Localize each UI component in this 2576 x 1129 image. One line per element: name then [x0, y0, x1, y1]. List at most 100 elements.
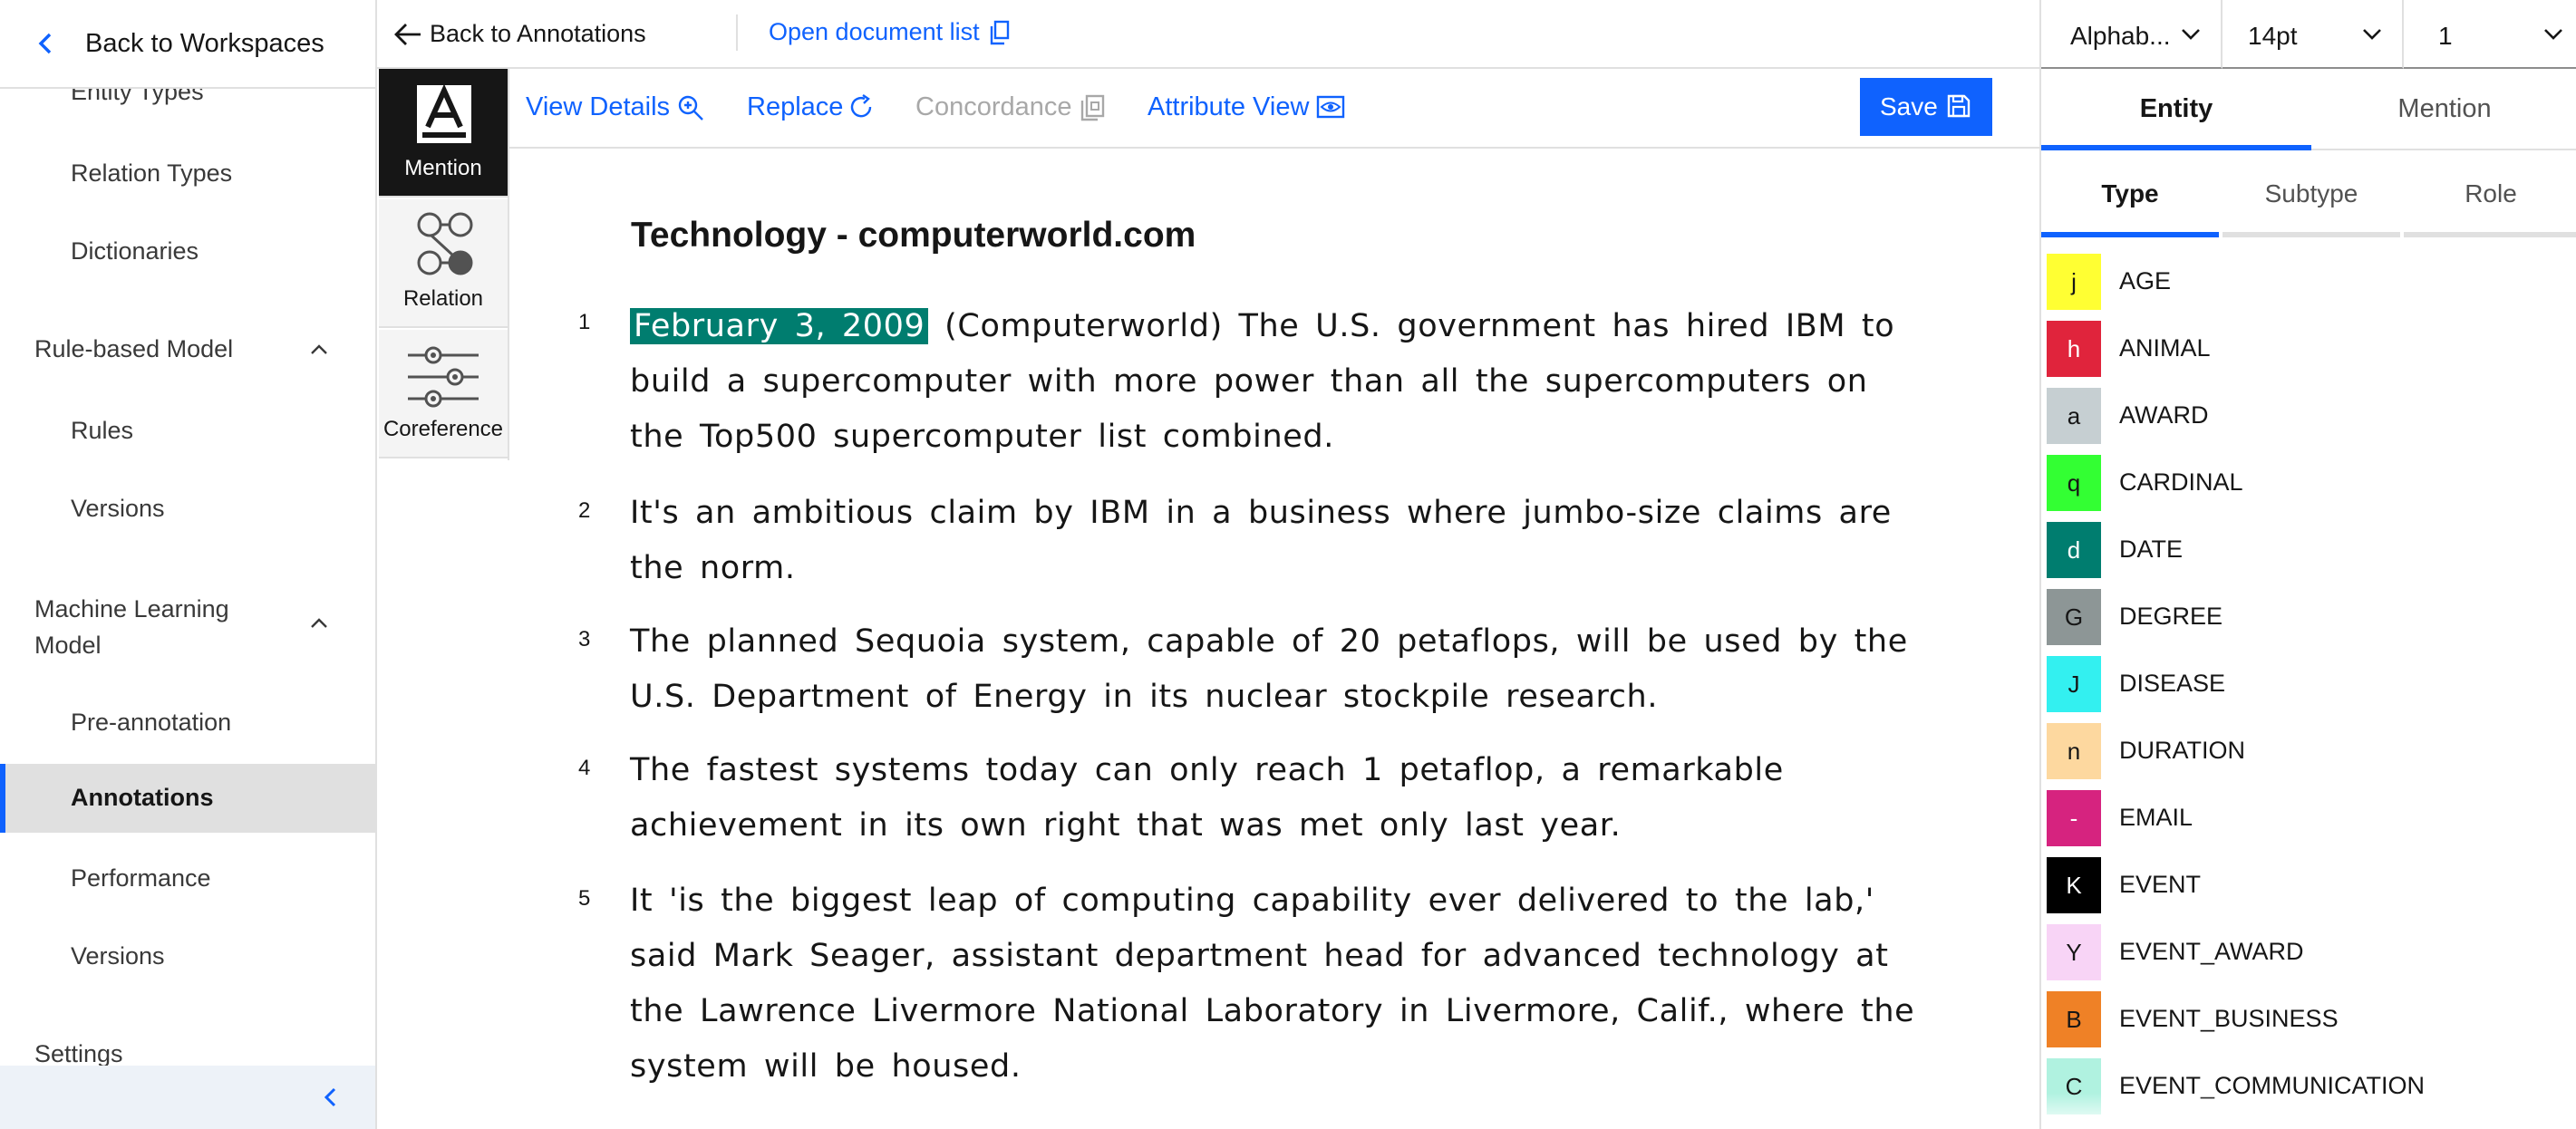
replace-icon: [851, 94, 872, 118]
nav-item-annotations[interactable]: Annotations: [0, 764, 375, 833]
sentence-5[interactable]: It 'is the biggest leap of computing cap…: [630, 873, 1935, 1095]
entity-shortcut-swatch: d: [2047, 522, 2101, 578]
chevron-left-icon: [324, 1087, 336, 1107]
nav-item-label: Rules: [71, 417, 134, 444]
annotated-mention-date[interactable]: February 3, 2009: [630, 308, 929, 344]
eye-view-icon: [1317, 95, 1345, 119]
nav-item-rb-versions[interactable]: Versions: [0, 495, 375, 523]
entity-panel: Alphab... 14pt 1 Entity Mention Type Sub…: [2039, 0, 2576, 1129]
nav-group-label: Rule-based Model: [34, 335, 234, 362]
line-spacing-dropdown[interactable]: 1: [2404, 0, 2576, 69]
line-number: 1: [578, 310, 591, 334]
subtab-role[interactable]: Role: [2404, 159, 2576, 237]
entity-type-item[interactable]: B EVENT_BUSINESS: [2047, 988, 2572, 1049]
back-to-workspaces-label: Back to Workspaces: [85, 29, 324, 58]
scroll-fade: [2043, 1093, 2576, 1129]
open-document-list-link[interactable]: Open document list: [769, 18, 1009, 46]
entity-type-item[interactable]: J DISEASE: [2047, 652, 2572, 714]
entity-type-item[interactable]: j AGE: [2047, 250, 2572, 312]
entity-type-item[interactable]: a AWARD: [2047, 384, 2572, 446]
view-details-button[interactable]: View Details: [526, 92, 703, 122]
document-header: Back to Annotations Open document list: [377, 0, 2039, 69]
sentence-1[interactable]: February 3, 2009 (Computerworld) The U.S…: [630, 299, 1935, 465]
line-spacing-value: 1: [2438, 22, 2453, 50]
nav-item-rules[interactable]: Rules: [0, 417, 375, 445]
subtab-label: Subtype: [2264, 179, 2358, 207]
tab-label: Entity: [2139, 94, 2213, 123]
entity-type-item[interactable]: q CARDINAL: [2047, 451, 2572, 513]
tool-label: Coreference: [383, 417, 504, 441]
nav-item-performance[interactable]: Performance: [0, 864, 375, 893]
scroll-fade: [509, 1093, 2039, 1129]
entity-type-item[interactable]: - EMAIL: [2047, 786, 2572, 848]
entity-type-item[interactable]: d DATE: [2047, 518, 2572, 580]
entity-type-name: DISEASE: [2119, 670, 2226, 697]
entity-type-name: ANIMAL: [2119, 334, 2211, 362]
entity-type-item[interactable]: G DEGREE: [2047, 585, 2572, 647]
sentence-text: The fastest systems today can only reach…: [630, 752, 1784, 844]
nav-group-rule-based-model[interactable]: Rule-based Model: [0, 335, 375, 372]
sliders-icon: [408, 346, 479, 408]
nav-item-label: Dictionaries: [71, 237, 199, 265]
document-copy-icon: [990, 20, 1009, 45]
selected-indicator: [0, 764, 5, 833]
nav-item-ml-versions[interactable]: Versions: [0, 942, 375, 970]
chevron-left-icon: [38, 33, 52, 54]
tool-coreference[interactable]: Coreference: [379, 330, 508, 458]
entity-type-item[interactable]: n DURATION: [2047, 719, 2572, 781]
sentence-4[interactable]: The fastest systems today can only reach…: [630, 743, 1935, 854]
header-divider: [736, 14, 738, 51]
annotation-toolbar: View Details Replace Concordance Attribu…: [509, 69, 2039, 149]
sentence-2[interactable]: It's an ambitious claim by IBM in a busi…: [630, 486, 1935, 596]
nav-item-label: Versions: [71, 942, 165, 970]
attribute-view-label: Attribute View: [1148, 92, 1310, 121]
entity-type-name: EVENT_AWARD: [2119, 938, 2304, 965]
entity-type-item[interactable]: K EVENT: [2047, 854, 2572, 915]
tab-mention[interactable]: Mention: [2311, 69, 2576, 150]
chevron-up-icon: [311, 344, 327, 354]
nav-item-relation-types[interactable]: Relation Types: [0, 159, 375, 188]
sentence-3[interactable]: The planned Sequoia system, capable of 2…: [630, 614, 1935, 725]
line-number: 3: [578, 627, 591, 651]
entity-shortcut-swatch: Y: [2047, 924, 2101, 980]
font-size-value: 14pt: [2248, 22, 2298, 50]
entity-shortcut-swatch: n: [2047, 723, 2101, 779]
subtab-label: Role: [2465, 179, 2517, 207]
nav-item-settings[interactable]: Settings: [0, 1040, 375, 1068]
tab-entity[interactable]: Entity: [2041, 69, 2311, 150]
document-title: Technology - computerworld.com: [631, 216, 1196, 255]
font-size-dropdown[interactable]: 14pt: [2223, 0, 2404, 69]
concordance-button[interactable]: Concordance: [915, 92, 1104, 122]
entity-type-item[interactable]: Y EVENT_AWARD: [2047, 921, 2572, 982]
save-button[interactable]: Save: [1860, 78, 1992, 136]
subtab-subtype[interactable]: Subtype: [2223, 159, 2400, 237]
entity-shortcut-swatch: G: [2047, 589, 2101, 645]
entity-type-name: AWARD: [2119, 401, 2209, 429]
tool-relation[interactable]: Relation: [379, 199, 508, 328]
collapse-nav-button[interactable]: [0, 1066, 375, 1129]
entity-type-item[interactable]: h ANIMAL: [2047, 317, 2572, 379]
attribute-view-button[interactable]: Attribute View: [1148, 92, 1345, 122]
nav-group-machine-learning-model[interactable]: Machine Learning Model: [0, 591, 375, 663]
tool-mention[interactable]: Mention: [379, 69, 508, 198]
replace-button[interactable]: Replace: [747, 92, 872, 122]
entity-type-name: DURATION: [2119, 737, 2245, 764]
save-label: Save: [1880, 92, 1938, 121]
subtab-type[interactable]: Type: [2041, 159, 2219, 237]
entity-type-name: EMAIL: [2119, 804, 2193, 831]
entity-type-name: AGE: [2119, 267, 2172, 294]
line-number: 5: [578, 886, 591, 911]
sentence-text: It 'is the biggest leap of computing cap…: [630, 883, 1915, 1085]
sort-dropdown[interactable]: Alphab...: [2041, 0, 2223, 69]
nav-item-dictionaries[interactable]: Dictionaries: [0, 237, 375, 265]
back-to-annotations-link[interactable]: Back to Annotations: [394, 20, 646, 48]
left-navigation: Back to Workspaces Entity Types Relation…: [0, 0, 377, 1129]
entity-type-name: EVENT: [2119, 871, 2202, 898]
back-to-workspaces-link[interactable]: Back to Workspaces: [0, 0, 375, 89]
view-details-label: View Details: [526, 92, 671, 121]
line-number: 4: [578, 756, 591, 780]
nav-item-pre-annotation[interactable]: Pre-annotation: [0, 709, 375, 737]
relation-tool-icon: [417, 212, 473, 275]
zoom-in-icon: [678, 95, 703, 121]
arrow-left-icon: [394, 24, 421, 45]
